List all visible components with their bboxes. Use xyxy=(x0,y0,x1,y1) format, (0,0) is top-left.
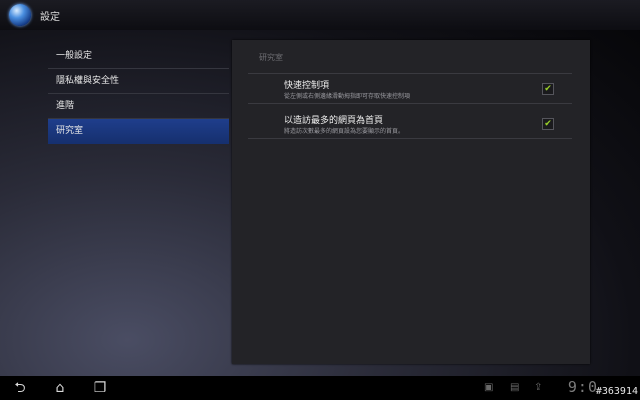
back-arrow-icon[interactable]: ⮌ xyxy=(10,380,30,396)
setting-title: 快速控制項 xyxy=(284,81,330,91)
notification-icon[interactable]: ▣ xyxy=(484,380,493,396)
sd-card-icon[interactable]: ▤ xyxy=(510,380,519,396)
menu-item-advanced[interactable]: 進階 xyxy=(48,94,229,119)
clock: 9:0 xyxy=(567,378,598,396)
usb-icon[interactable]: ⇪ xyxy=(534,380,542,396)
globe-icon[interactable] xyxy=(9,4,31,26)
setting-description: 將造訪次數最多的網頁設為您要顯示的首頁。 xyxy=(284,128,405,135)
settings-menu: 一般設定 隱私權與安全性 進階 研究室 xyxy=(48,44,229,144)
setting-title: 以造訪最多的網頁為首頁 xyxy=(284,116,384,126)
setting-quick-controls[interactable]: 快速控制項 從左側或右側邊緣滑動拇指即可存取快速控制項 ✔ xyxy=(248,75,572,104)
setting-description: 從左側或右側邊緣滑動拇指即可存取快速控制項 xyxy=(284,93,411,100)
recent-apps-icon[interactable]: ❐ xyxy=(90,380,110,396)
labs-panel: 研究室 快速控制項 從左側或右側邊緣滑動拇指即可存取快速控制項 ✔ 以造訪最多的… xyxy=(232,40,590,364)
action-bar: 設定 xyxy=(0,0,640,30)
image-tag: #363914 xyxy=(595,386,638,397)
panel-header: 研究室 xyxy=(259,53,283,62)
menu-item-labs[interactable]: 研究室 xyxy=(48,119,229,144)
most-visited-homepage-checkbox[interactable]: ✔ xyxy=(542,118,554,130)
setting-most-visited-homepage[interactable]: 以造訪最多的網頁為首頁 將造訪次數最多的網頁設為您要顯示的首頁。 ✔ xyxy=(248,110,572,139)
quick-controls-checkbox[interactable]: ✔ xyxy=(542,83,554,95)
header-divider xyxy=(248,73,572,74)
system-bar: ⮌ ⌂ ❐ ▣ ▤ ⇪ 9:0 #363914 xyxy=(0,376,640,400)
home-icon[interactable]: ⌂ xyxy=(50,380,70,396)
app-title: 設定 xyxy=(40,11,60,23)
menu-item-privacy-security[interactable]: 隱私權與安全性 xyxy=(48,69,229,94)
menu-item-general[interactable]: 一般設定 xyxy=(48,44,229,69)
